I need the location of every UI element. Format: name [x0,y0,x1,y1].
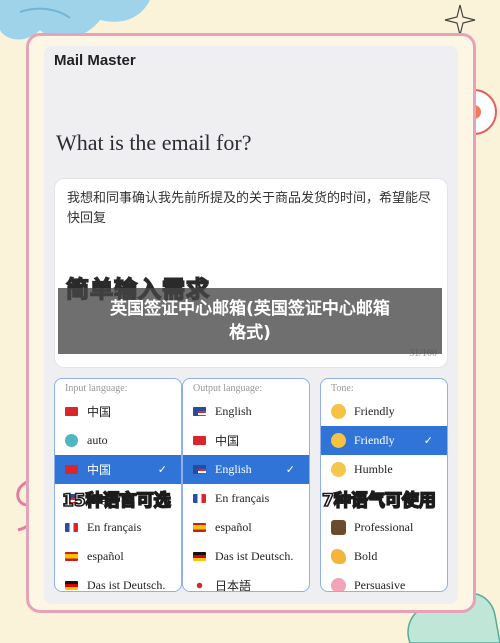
option-label: 日本語 [215,579,252,592]
option-label: Das ist Deutsch. [215,549,294,563]
input-language-option[interactable]: En français [55,513,181,542]
option-label: 中国 [87,405,112,419]
us-icon [193,465,206,474]
input-language-label: Input language: [55,379,181,397]
option-label: auto [87,433,108,447]
input-language-option[interactable]: Das ist Deutsch. [55,571,181,592]
tone-label: Tone: [321,379,447,397]
cn-icon [193,436,206,445]
option-label: Das ist Deutsch. [87,578,166,592]
tone-option[interactable]: Friendly ✓ [321,426,447,455]
jp-icon [193,581,206,590]
output-language-option[interactable]: En français [183,484,309,513]
tone-label-text: Tone: [331,383,354,394]
output-language-option[interactable]: English [183,397,309,426]
de-icon [193,552,206,561]
input-language-option[interactable]: 中国 [55,397,181,426]
fr-icon [65,523,78,532]
caption-overlay: 英国签证中心邮箱(英国签证中心邮箱 格式) [58,288,442,354]
option-label: En français [87,520,142,534]
option-label: English [215,462,252,476]
output-language-option[interactable]: español [183,513,309,542]
option-label: 中国 [215,434,240,448]
option-label: Bold [354,549,378,563]
option-label: español [87,549,124,563]
us-icon [193,407,206,416]
question-heading: What is the email for? [56,130,252,155]
relieved-face-icon [331,462,346,477]
tone-option[interactable]: Humble [321,455,447,484]
output-language-panel: Output language: English 中国 English ✓ En fra… [182,378,310,592]
tone-option[interactable]: Bold [321,542,447,571]
briefcase-icon [331,520,346,535]
flexed-arm-icon [331,549,346,564]
output-language-label-text: Output language: [193,383,263,394]
tones-sticker: 7种语气可使用 [321,490,436,512]
option-label: En français [215,491,270,505]
option-label: Friendly [354,433,395,447]
check-icon: ✓ [157,463,167,476]
es-icon [193,523,206,532]
output-language-option[interactable]: English ✓ [183,455,309,484]
email-purpose-text[interactable]: 我想和同事确认我先前所提及的关于商品发货的时间，希望能尽快回复 [67,189,439,229]
tone-option[interactable]: Persuasive [321,571,447,592]
output-language-option[interactable]: 中国 [183,426,309,455]
smile-face-icon [331,433,346,448]
es-icon [65,552,78,561]
input-language-label-text: Input language: [65,383,128,394]
fr-icon [193,494,206,503]
smile-face-icon [331,404,346,419]
cn-icon [65,465,78,474]
option-label: Friendly [354,404,395,418]
brain-icon [331,578,346,591]
tone-option[interactable]: Professional [321,513,447,542]
output-language-option[interactable]: Das ist Deutsch. [183,542,309,571]
languages-sticker: 15种语言可选 [61,490,171,512]
option-label: English [215,404,252,418]
tone-panel: Tone: Friendly Friendly ✓ Humble Professiona… [320,378,448,592]
option-label: español [215,520,252,534]
input-language-option[interactable]: 中国 ✓ [55,455,181,484]
check-icon: ✓ [285,463,295,476]
option-label: Professional [354,520,414,534]
app-title: Mail Master [54,52,136,69]
caption-line-2: 格式) [229,323,271,343]
option-label: Humble [354,462,393,476]
caption-line-1: 英国签证中心邮箱(英国签证中心邮箱 [110,299,390,319]
option-label: Persuasive [354,578,406,592]
input-language-option[interactable]: español [55,542,181,571]
tone-option[interactable]: Friendly [321,397,447,426]
de-icon [65,581,78,590]
option-label: 中国 [87,463,112,477]
check-icon: ✓ [423,434,433,447]
output-language-option[interactable]: 日本語 [183,571,309,592]
input-language-panel: Input language: 中国 auto 中国 ✓ English En franç… [54,378,182,592]
input-language-option[interactable]: auto [55,426,181,455]
auto-icon [65,434,78,447]
output-language-label: Output language: [183,379,309,397]
cn-icon [65,407,78,416]
